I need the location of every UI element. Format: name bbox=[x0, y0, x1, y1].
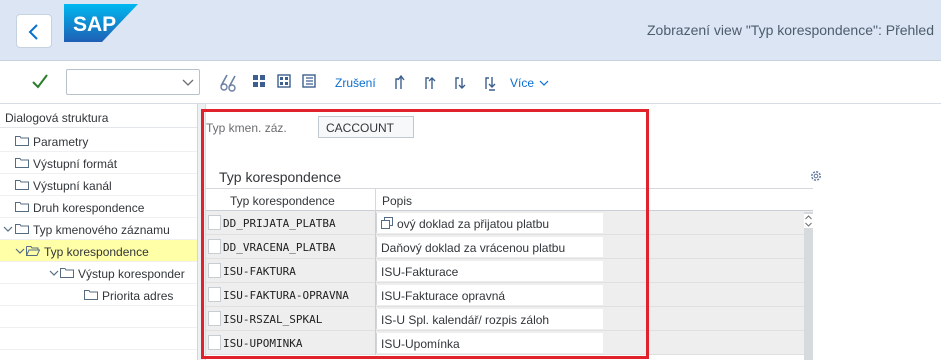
row-key: ISU-UPOMINKA bbox=[223, 337, 303, 350]
check-icon[interactable] bbox=[31, 72, 49, 90]
folder-icon bbox=[15, 202, 29, 212]
folder-icon bbox=[15, 180, 29, 190]
tree-item-priorita-adres[interactable]: Priorita adres bbox=[0, 284, 197, 306]
row-key: DD_PRIJATA_PLATBA bbox=[223, 217, 336, 230]
folder-icon bbox=[84, 290, 98, 300]
section-title: Typ korespondence bbox=[219, 169, 342, 185]
table-row[interactable]: ISU-UPOMINKA ISU-Upomínka bbox=[206, 331, 813, 355]
row-selector[interactable] bbox=[208, 287, 221, 302]
table-row[interactable]: DD_VRACENA_PLATBA Daňový doklad za vráce… bbox=[206, 235, 813, 259]
folder-icon bbox=[15, 136, 29, 146]
panel-splitter[interactable] bbox=[198, 104, 206, 360]
tree-item-label: Typ kmenového záznamu bbox=[33, 223, 170, 237]
row-description-cell: IS-U Spl. kalendář/ rozpis záloh bbox=[376, 309, 603, 329]
row-description-cell: Daňový doklad za vrácenou platbu bbox=[376, 237, 603, 257]
tree-heading: Dialogová struktura bbox=[0, 104, 197, 128]
row-description: ISU-Fakturace opravná bbox=[381, 289, 506, 303]
tree-item-label: Výstupní formát bbox=[33, 157, 118, 171]
tree-item-vystupni-kanal[interactable]: Výstupní kanál bbox=[0, 174, 197, 196]
svg-text:SAP: SAP bbox=[73, 13, 116, 36]
command-field[interactable] bbox=[66, 69, 200, 95]
tree-item-label: Parametry bbox=[33, 135, 89, 149]
record-type-label: Typ kmen. záz. bbox=[206, 121, 287, 135]
settings-gear-icon[interactable] bbox=[809, 169, 823, 183]
cancel-button[interactable]: Zrušení bbox=[335, 76, 376, 90]
folder-icon bbox=[15, 224, 29, 234]
table-row[interactable]: ISU-FAKTURA-OPRAVNA ISU-Fakturace opravn… bbox=[206, 283, 813, 307]
row-selector[interactable] bbox=[208, 263, 221, 278]
chevron-down-icon[interactable] bbox=[15, 247, 25, 255]
column-header-type[interactable]: Typ korespondence bbox=[230, 194, 335, 208]
dialog-structure-panel: Dialogová struktura Parametry Výstupní f… bbox=[0, 104, 198, 360]
chevron-down-icon[interactable] bbox=[3, 225, 13, 233]
row-key: ISU-FAKTURA bbox=[223, 265, 296, 278]
tree-item-parametry[interactable]: Parametry bbox=[0, 130, 197, 152]
copy-icon[interactable] bbox=[381, 217, 393, 229]
tree-empty-row bbox=[0, 328, 197, 350]
page-title: Zobrazení view "Typ korespondence": Přeh… bbox=[647, 22, 934, 38]
row-description: ový doklad za přijatou platbu bbox=[397, 217, 550, 231]
row-selector[interactable] bbox=[208, 335, 221, 350]
glasses-icon[interactable] bbox=[218, 71, 240, 93]
tree-item-vystupni-format[interactable]: Výstupní formát bbox=[0, 152, 197, 174]
row-description-cell: ISU-Fakturace bbox=[376, 261, 603, 281]
chevron-down-icon[interactable] bbox=[49, 269, 59, 277]
folder-icon bbox=[15, 158, 29, 168]
table-row[interactable]: DD_PRIJATA_PLATBA ový doklad za přijatou… bbox=[206, 211, 813, 235]
scroll-up-button[interactable] bbox=[804, 214, 813, 228]
table-header: Typ korespondence Popis bbox=[206, 188, 813, 212]
deselect-icon[interactable] bbox=[299, 71, 321, 93]
folder-icon bbox=[60, 268, 74, 278]
row-selector[interactable] bbox=[208, 215, 221, 230]
tree-item-label: Druh korespondence bbox=[33, 201, 145, 215]
select-all-icon[interactable] bbox=[249, 71, 271, 93]
next-page-icon[interactable] bbox=[450, 71, 472, 93]
tree-item-typ-korespondence[interactable]: Typ korespondence bbox=[0, 240, 197, 262]
tree-empty-row bbox=[0, 306, 197, 328]
row-description-cell: ISU-Fakturace opravná bbox=[376, 285, 603, 305]
tree-item-typ-kmenoveho-zaznamu[interactable]: Typ kmenového záznamu bbox=[0, 218, 197, 240]
column-separator bbox=[375, 189, 376, 212]
previous-page-icon[interactable] bbox=[420, 71, 442, 93]
shell-header: SAP Zobrazení view "Typ korespondence": … bbox=[0, 0, 941, 61]
tree-item-vystup-korespondence[interactable]: Výstup koresponder bbox=[0, 262, 197, 284]
sap-logo: SAP bbox=[64, 4, 138, 42]
row-key: ISU-FAKTURA-OPRAVNA bbox=[223, 289, 349, 302]
row-description: Daňový doklad za vrácenou platbu bbox=[381, 241, 566, 255]
row-key: ISU-RSZAL_SPKAL bbox=[223, 313, 323, 326]
tree-item-label: Priorita adres bbox=[102, 289, 174, 303]
open-folder-icon bbox=[26, 246, 40, 256]
row-description: IS-U Spl. kalendář/ rozpis záloh bbox=[381, 313, 550, 327]
row-selector[interactable] bbox=[208, 311, 221, 326]
more-label: Více bbox=[510, 76, 535, 90]
row-description: ISU-Fakturace bbox=[381, 265, 459, 279]
select-block-icon[interactable] bbox=[274, 71, 296, 93]
back-button[interactable] bbox=[16, 14, 52, 48]
tree-item-label: Typ korespondence bbox=[44, 245, 149, 259]
last-page-icon[interactable] bbox=[480, 71, 502, 93]
more-button[interactable]: Více bbox=[510, 76, 549, 90]
first-page-icon[interactable] bbox=[390, 71, 412, 93]
row-description-cell: ový doklad za přijatou platbu bbox=[376, 213, 603, 233]
row-description: ISU-Upomínka bbox=[381, 337, 460, 351]
tree-item-druh-korespondence[interactable]: Druh korespondence bbox=[0, 196, 197, 218]
more-chevron-icon bbox=[539, 80, 549, 86]
main-content: Typ kmen. záz. CACCOUNT Typ korespondenc… bbox=[206, 104, 941, 360]
table-row[interactable]: ISU-RSZAL_SPKAL IS-U Spl. kalendář/ rozp… bbox=[206, 307, 813, 331]
tree-item-label: Výstupní kanál bbox=[33, 179, 112, 193]
record-type-value: CACCOUNT bbox=[318, 116, 414, 138]
back-icon bbox=[28, 24, 38, 40]
row-key: DD_VRACENA_PLATBA bbox=[223, 241, 336, 254]
row-selector[interactable] bbox=[208, 239, 221, 254]
table-row[interactable]: ISU-FAKTURA ISU-Fakturace bbox=[206, 259, 813, 283]
toolbar: Zrušení Více bbox=[0, 61, 941, 104]
tree-item-label: Výstup koresponder bbox=[78, 267, 185, 281]
chevron-down-icon[interactable] bbox=[182, 76, 194, 88]
row-description-cell: ISU-Upomínka bbox=[376, 333, 603, 353]
scroll-arrows-icon bbox=[805, 215, 812, 227]
column-header-description[interactable]: Popis bbox=[382, 194, 412, 208]
vertical-scrollbar[interactable] bbox=[804, 212, 813, 360]
